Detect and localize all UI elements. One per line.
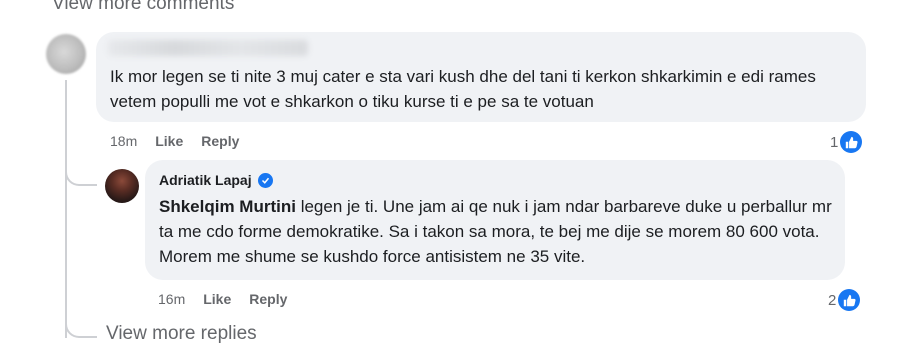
reply-button[interactable]: Reply	[249, 291, 287, 307]
like-button[interactable]: Like	[203, 291, 231, 307]
reply-author-row: Adriatik Lapaj	[159, 172, 273, 188]
view-more-comments-link[interactable]: View more comments	[52, 0, 234, 15]
mention-link[interactable]: Shkelqim Murtini	[159, 197, 296, 216]
view-replies-connector	[65, 312, 97, 338]
thread-line	[65, 80, 67, 338]
reaction-summary[interactable]: 2	[828, 289, 861, 311]
reaction-count: 1	[830, 133, 839, 151]
comment-timestamp[interactable]: 18m	[110, 133, 137, 149]
reaction-summary[interactable]: 1	[830, 131, 863, 153]
comment-bubble: Ik mor legen se ti nite 3 muj cater e st…	[96, 32, 866, 122]
verified-badge-icon	[257, 172, 273, 188]
comment-text: Ik mor legen se ti nite 3 muj cater e st…	[110, 67, 816, 111]
redacted-author-name	[108, 40, 308, 56]
avatar[interactable]	[46, 34, 86, 74]
reply-actions: 16m Like Reply	[158, 291, 287, 307]
reply-timestamp[interactable]: 16m	[158, 291, 185, 307]
avatar[interactable]	[105, 169, 139, 203]
author-name[interactable]: Adriatik Lapaj	[159, 172, 252, 188]
thumbs-up-icon	[838, 289, 861, 311]
reply-button[interactable]: Reply	[201, 133, 239, 149]
like-button[interactable]: Like	[155, 133, 183, 149]
reply-text: Shkelqim Murtini legen je ti. Une jam ai…	[159, 194, 849, 269]
comment-actions: 18m Like Reply	[110, 133, 239, 149]
reaction-count: 2	[828, 291, 837, 309]
view-more-replies-link[interactable]: View more replies	[106, 323, 257, 345]
reply-connector	[65, 154, 97, 186]
thumbs-up-icon	[840, 131, 863, 153]
reply-bubble: Adriatik Lapaj Shkelqim Murtini legen je…	[145, 160, 845, 280]
